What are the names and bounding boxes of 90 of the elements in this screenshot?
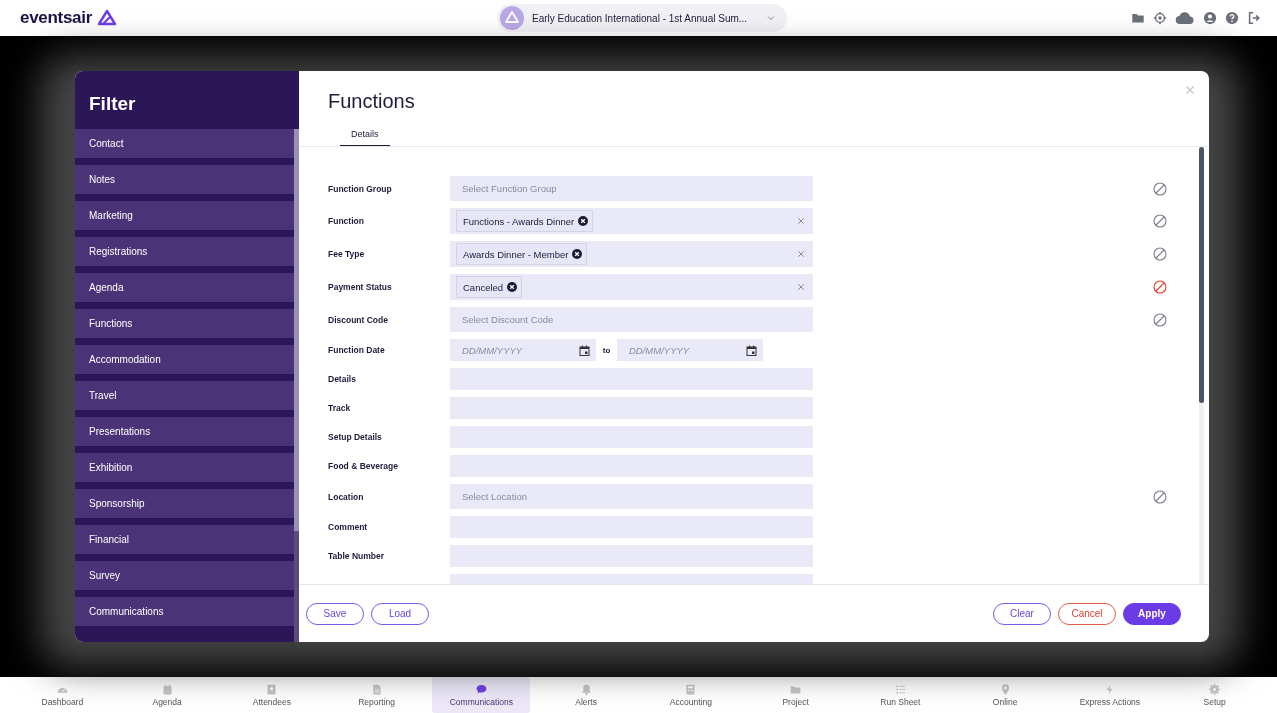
clear-icon[interactable] xyxy=(797,217,805,225)
filter-action-button[interactable]: Save xyxy=(306,602,364,625)
clear-button[interactable]: Clear xyxy=(993,602,1051,625)
prohibited-icon[interactable] xyxy=(1153,489,1167,504)
filter-category-item[interactable]: Contact xyxy=(75,129,294,158)
apply-button[interactable]: Apply xyxy=(1123,602,1181,625)
field-label: Discount Code xyxy=(328,314,389,325)
event-selector[interactable]: Early Education International - 1st Annual Sum... xyxy=(497,4,787,32)
calendar-icon[interactable] xyxy=(579,344,590,356)
scrollbar-thumb[interactable] xyxy=(294,129,299,531)
filter-category-item[interactable]: Marketing xyxy=(75,201,294,230)
remove-tag-icon[interactable] xyxy=(507,282,518,292)
filter-category-item[interactable]: Survey xyxy=(75,561,294,590)
field-label: Function xyxy=(328,216,365,226)
calculator-icon xyxy=(684,683,698,696)
nav-tab[interactable]: Run Sheet xyxy=(851,677,950,713)
field-label: Details xyxy=(328,374,357,384)
chat-bubble-icon xyxy=(474,683,488,696)
prohibited-icon[interactable] xyxy=(1153,181,1167,196)
cloud-icon[interactable] xyxy=(1175,11,1195,25)
filter-category-item[interactable]: Functions xyxy=(75,309,294,338)
filter-title: Filter xyxy=(88,92,137,116)
folder-icon xyxy=(789,683,803,696)
remove-tag-icon[interactable] xyxy=(572,249,583,259)
target-icon[interactable] xyxy=(1153,11,1167,25)
field-label: Food & Beverage xyxy=(328,461,399,471)
prohibited-icon[interactable] xyxy=(1153,247,1167,261)
prohibited-icon[interactable] xyxy=(1153,214,1167,228)
user-account-icon[interactable] xyxy=(1203,11,1217,25)
filter-category-item[interactable]: Presentations xyxy=(75,417,294,446)
tag-label: Awards Dinner - Member xyxy=(463,248,569,260)
details-tab[interactable]: Details xyxy=(340,123,390,146)
nav-tab[interactable]: Setup xyxy=(1165,677,1264,713)
multi-select-field[interactable]: Awards Dinner - Member xyxy=(450,241,813,267)
multi-select-field[interactable]: Functions - Awards Dinner xyxy=(450,208,813,234)
filter-action-button[interactable]: Load xyxy=(371,602,429,625)
date-range-separator: to xyxy=(601,345,612,355)
folder-icon[interactable] xyxy=(1131,11,1145,25)
prohibited-icon[interactable] xyxy=(1153,280,1167,294)
chevron-down-icon xyxy=(767,15,775,21)
list-icon xyxy=(893,683,907,696)
document-icon xyxy=(370,683,384,696)
field-label: Function Group xyxy=(328,183,393,194)
calendar-icon xyxy=(160,683,174,696)
nav-tab[interactable]: Reporting xyxy=(327,677,426,713)
filter-category-item[interactable]: Travel xyxy=(75,381,294,410)
event-logo-icon xyxy=(500,6,524,30)
logo-text: eventsair xyxy=(20,8,92,28)
nav-tab[interactable]: Alerts xyxy=(537,677,636,713)
clear-icon[interactable] xyxy=(797,283,805,291)
id-badge-icon xyxy=(265,683,279,696)
remove-tag-icon[interactable] xyxy=(578,216,589,226)
filter-category-item[interactable]: Accommodation xyxy=(75,345,294,374)
calendar-icon[interactable] xyxy=(746,344,757,356)
nav-tab[interactable]: Accounting xyxy=(641,677,740,713)
nav-tab[interactable]: Project xyxy=(746,677,845,713)
nav-tab[interactable]: Online xyxy=(956,677,1055,713)
field-label: Payment Status xyxy=(328,282,393,292)
field-label: Track xyxy=(328,403,352,413)
settings-icon xyxy=(1208,683,1222,696)
tag-label: Functions - Awards Dinner xyxy=(463,215,575,227)
nav-tab[interactable]: Communications xyxy=(432,677,531,713)
filter-category-item[interactable]: Notes xyxy=(75,165,294,194)
logout-icon[interactable] xyxy=(1247,11,1261,25)
bell-icon xyxy=(579,683,593,696)
filter-category-item[interactable]: Financial xyxy=(75,525,294,554)
filter-category-item[interactable]: Registrations xyxy=(75,237,294,266)
prohibited-icon[interactable] xyxy=(1153,312,1167,327)
field-label: Location xyxy=(328,491,365,502)
scrollbar-thumb[interactable] xyxy=(1199,147,1204,403)
field-label: Fee Type xyxy=(328,249,366,259)
filter-category-item[interactable]: Exhibition xyxy=(75,453,294,482)
field-label: Comment xyxy=(328,522,369,532)
nav-tab[interactable]: Attendees xyxy=(222,677,321,713)
clear-icon[interactable] xyxy=(797,250,805,258)
nav-tab[interactable]: Dashboard xyxy=(13,677,112,713)
nav-tab[interactable]: Agenda xyxy=(118,677,217,713)
multi-select-field[interactable]: Canceled xyxy=(450,274,813,300)
nav-tab[interactable]: Express Actions xyxy=(1060,677,1159,713)
filter-category-item[interactable]: Agenda xyxy=(75,273,294,302)
field-label: Function Date xyxy=(328,345,386,355)
panel-title: Functions xyxy=(328,90,415,113)
filter-category-item[interactable]: Communications xyxy=(75,597,294,626)
cancel-button[interactable]: Cancel xyxy=(1058,602,1116,625)
help-icon[interactable] xyxy=(1225,11,1239,25)
logo-icon xyxy=(96,9,117,27)
filter-category-item[interactable]: Sponsorship xyxy=(75,489,294,518)
field-label: Setup Details xyxy=(328,432,383,442)
field-label: Table Number xyxy=(328,551,386,561)
tag-label: Canceled xyxy=(463,281,504,293)
